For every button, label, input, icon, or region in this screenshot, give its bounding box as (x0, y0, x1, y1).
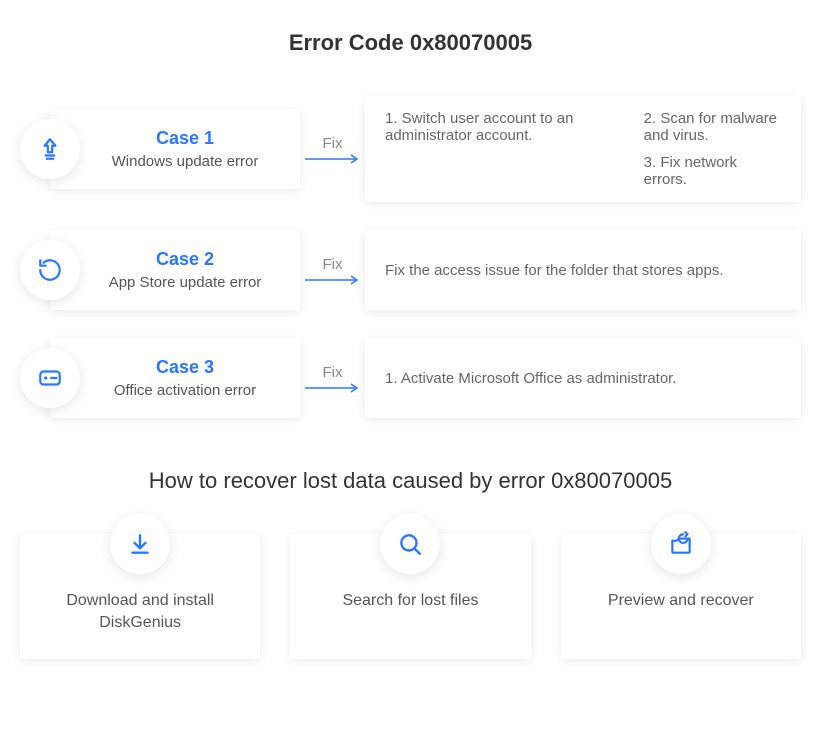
recover-icon (651, 514, 711, 574)
arrow-label: Fix (323, 364, 343, 381)
case-card: Case 3 Office activation error (50, 338, 300, 418)
arrow-icon (303, 275, 363, 285)
case-row-3: Case 3 Office activation error Fix 1. Ac… (20, 338, 801, 418)
fix-card: 1. Switch user account to an administrat… (365, 96, 801, 202)
fix-arrow: Fix (300, 135, 365, 164)
arrow-icon (303, 154, 363, 164)
fix-arrow: Fix (300, 256, 365, 285)
step-text: Preview and recover (608, 590, 754, 612)
search-icon (380, 514, 440, 574)
step-card-1: Download and install DiskGenius (20, 534, 260, 659)
fix-item: 3. Fix network errors. (644, 154, 781, 188)
fix-card: Fix the access issue for the folder that… (365, 230, 801, 310)
section-title: How to recover lost data caused by error… (20, 468, 801, 494)
step-text: Search for lost files (342, 590, 478, 612)
fix-item: 1. Activate Microsoft Office as administ… (385, 370, 677, 387)
case-desc: Windows update error (112, 153, 259, 170)
step-text: Download and install DiskGenius (38, 590, 242, 633)
download-icon (110, 514, 170, 574)
fix-arrow: Fix (300, 364, 365, 393)
page-title: Error Code 0x80070005 (20, 30, 801, 56)
storage-icon (20, 348, 80, 408)
fix-item: Fix the access issue for the folder that… (385, 262, 724, 279)
case-card: Case 1 Windows update error (50, 109, 300, 189)
case-row-2: Case 2 App Store update error Fix Fix th… (20, 230, 801, 310)
arrow-label: Fix (323, 135, 343, 152)
fix-item: 2. Scan for malware and virus. (644, 110, 781, 144)
case-title: Case 3 (156, 357, 214, 378)
arrow-label: Fix (323, 256, 343, 273)
case-title: Case 1 (156, 128, 214, 149)
case-desc: App Store update error (109, 274, 262, 291)
refresh-circle-icon (20, 240, 80, 300)
case-card: Case 2 App Store update error (50, 230, 300, 310)
fix-card: 1. Activate Microsoft Office as administ… (365, 338, 801, 418)
upload-bulb-icon (20, 119, 80, 179)
step-card-3: Preview and recover (561, 534, 801, 659)
step-card-2: Search for lost files (290, 534, 530, 659)
fix-item: 1. Switch user account to an administrat… (385, 110, 616, 144)
case-title: Case 2 (156, 249, 214, 270)
steps-row: Download and install DiskGenius Search f… (20, 534, 801, 659)
case-desc: Office activation error (114, 382, 256, 399)
case-row-1: Case 1 Windows update error Fix 1. Switc… (20, 96, 801, 202)
arrow-icon (303, 383, 363, 393)
